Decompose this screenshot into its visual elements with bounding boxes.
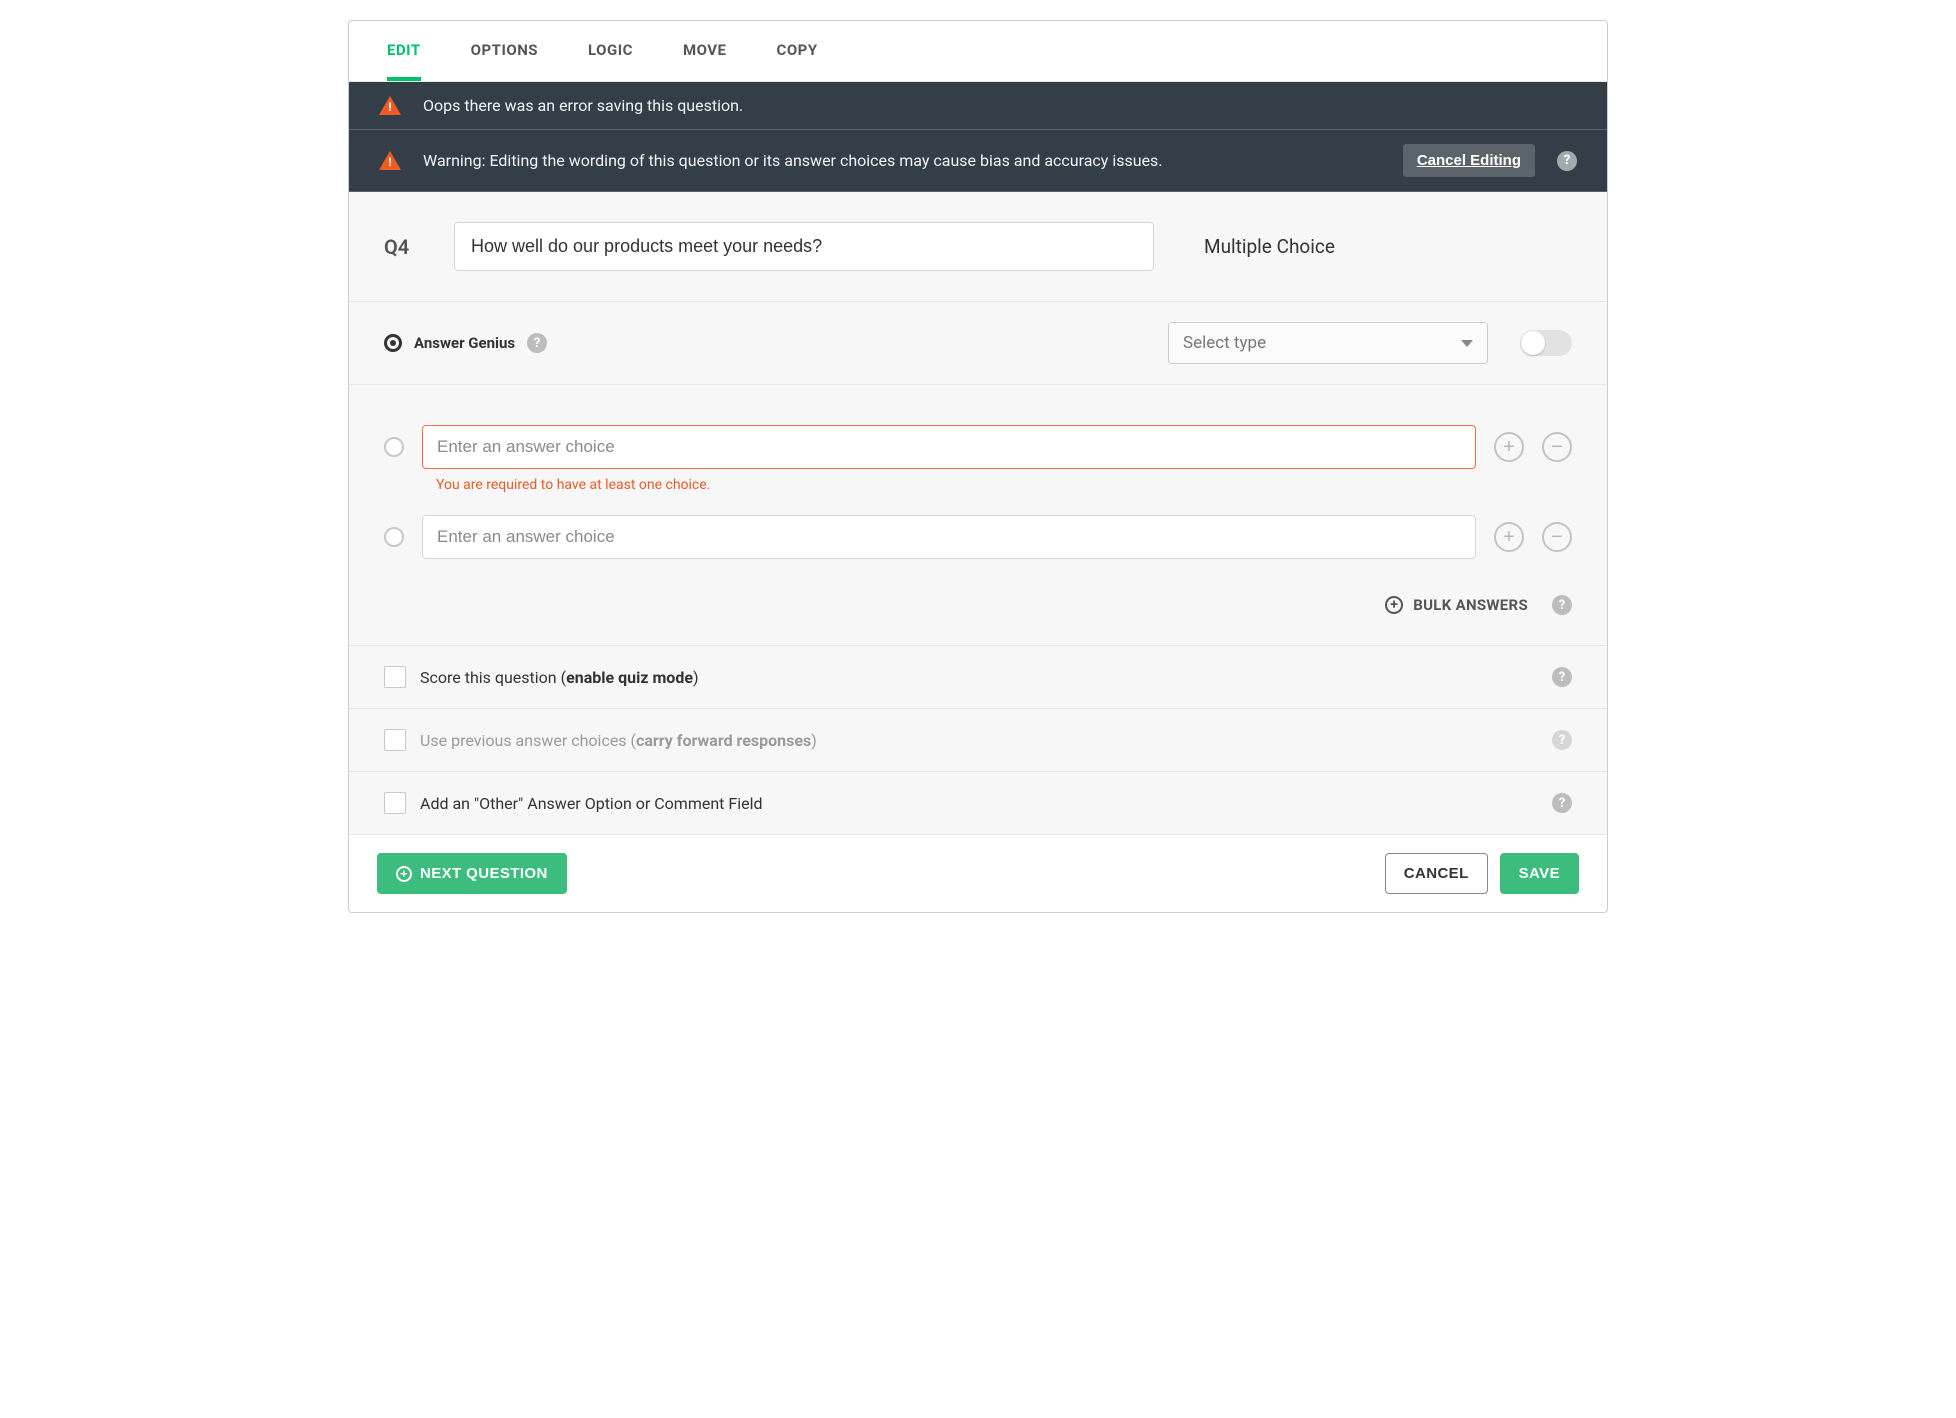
question-type-label: Multiple Choice bbox=[1184, 235, 1572, 258]
next-question-label: NEXT QUESTION bbox=[420, 865, 548, 882]
tab-logic[interactable]: LOGIC bbox=[588, 21, 633, 81]
tab-edit[interactable]: EDIT bbox=[387, 21, 421, 81]
carry-forward-label: Use previous answer choices (carry forwa… bbox=[420, 731, 1538, 750]
answer-choice-row: + − bbox=[384, 515, 1572, 559]
tab-options[interactable]: OPTIONS bbox=[471, 21, 538, 81]
answer-genius-label: Answer Genius bbox=[414, 334, 515, 352]
tab-copy[interactable]: COPY bbox=[777, 21, 818, 81]
error-alert: Oops there was an error saving this ques… bbox=[349, 82, 1607, 130]
question-editor-panel: EDIT OPTIONS LOGIC MOVE COPY Oops there … bbox=[348, 20, 1608, 913]
score-question-checkbox[interactable] bbox=[384, 666, 406, 688]
save-button[interactable]: SAVE bbox=[1500, 853, 1579, 894]
question-text-input[interactable] bbox=[454, 222, 1154, 271]
carry-forward-checkbox[interactable] bbox=[384, 729, 406, 751]
type-select[interactable]: Select type bbox=[1168, 322, 1488, 364]
answer-choices-section: + − You are required to have at least on… bbox=[349, 385, 1607, 646]
cancel-button[interactable]: CANCEL bbox=[1385, 853, 1488, 894]
other-option-label: Add an "Other" Answer Option or Comment … bbox=[420, 794, 1538, 813]
question-number: Q4 bbox=[384, 235, 424, 259]
toggle-knob bbox=[1521, 331, 1545, 355]
validation-message: You are required to have at least one ch… bbox=[384, 477, 1572, 493]
next-question-button[interactable]: + NEXT QUESTION bbox=[377, 853, 567, 894]
other-option-row: Add an "Other" Answer Option or Comment … bbox=[349, 772, 1607, 835]
chevron-down-icon bbox=[1461, 340, 1473, 347]
bulk-answers-label: BULK ANSWERS bbox=[1413, 596, 1528, 614]
radio-icon bbox=[384, 437, 404, 457]
bulk-answers-button[interactable]: + BULK ANSWERS bbox=[1385, 596, 1528, 614]
warning-alert: Warning: Editing the wording of this que… bbox=[349, 130, 1607, 192]
answer-choice-input[interactable] bbox=[422, 515, 1476, 559]
cancel-editing-button[interactable]: Cancel Editing bbox=[1403, 144, 1535, 177]
plus-circle-icon: + bbox=[396, 866, 412, 882]
add-choice-button[interactable]: + bbox=[1494, 432, 1524, 462]
add-choice-button[interactable]: + bbox=[1494, 522, 1524, 552]
warning-icon bbox=[379, 96, 401, 115]
help-icon[interactable]: ? bbox=[1557, 151, 1577, 171]
bulk-answers-row: + BULK ANSWERS ? bbox=[384, 567, 1572, 615]
error-message: Oops there was an error saving this ques… bbox=[423, 96, 1577, 115]
target-icon bbox=[384, 334, 402, 352]
tab-move[interactable]: MOVE bbox=[683, 21, 727, 81]
radio-icon bbox=[384, 527, 404, 547]
help-icon[interactable]: ? bbox=[1552, 730, 1572, 750]
score-question-label: Score this question (enable quiz mode) bbox=[420, 668, 1538, 687]
remove-choice-button[interactable]: − bbox=[1542, 522, 1572, 552]
help-icon[interactable]: ? bbox=[1552, 667, 1572, 687]
score-question-row: Score this question (enable quiz mode) ? bbox=[349, 646, 1607, 709]
warning-icon bbox=[379, 151, 401, 170]
plus-circle-icon: + bbox=[1385, 596, 1403, 614]
help-icon[interactable]: ? bbox=[1552, 595, 1572, 615]
remove-choice-button[interactable]: − bbox=[1542, 432, 1572, 462]
editor-footer: + NEXT QUESTION CANCEL SAVE bbox=[349, 835, 1607, 912]
type-select-placeholder: Select type bbox=[1183, 333, 1266, 353]
help-icon[interactable]: ? bbox=[527, 333, 547, 353]
question-header: Q4 Multiple Choice bbox=[349, 192, 1607, 302]
answer-choice-input[interactable] bbox=[422, 425, 1476, 469]
answer-genius-toggle[interactable] bbox=[1520, 330, 1572, 356]
help-icon[interactable]: ? bbox=[1552, 793, 1572, 813]
carry-forward-row: Use previous answer choices (carry forwa… bbox=[349, 709, 1607, 772]
tab-bar: EDIT OPTIONS LOGIC MOVE COPY bbox=[349, 21, 1607, 82]
warning-message: Warning: Editing the wording of this que… bbox=[423, 151, 1381, 170]
answer-choice-row: + − bbox=[384, 425, 1572, 469]
other-option-checkbox[interactable] bbox=[384, 792, 406, 814]
answer-genius-row: Answer Genius ? Select type bbox=[349, 302, 1607, 385]
